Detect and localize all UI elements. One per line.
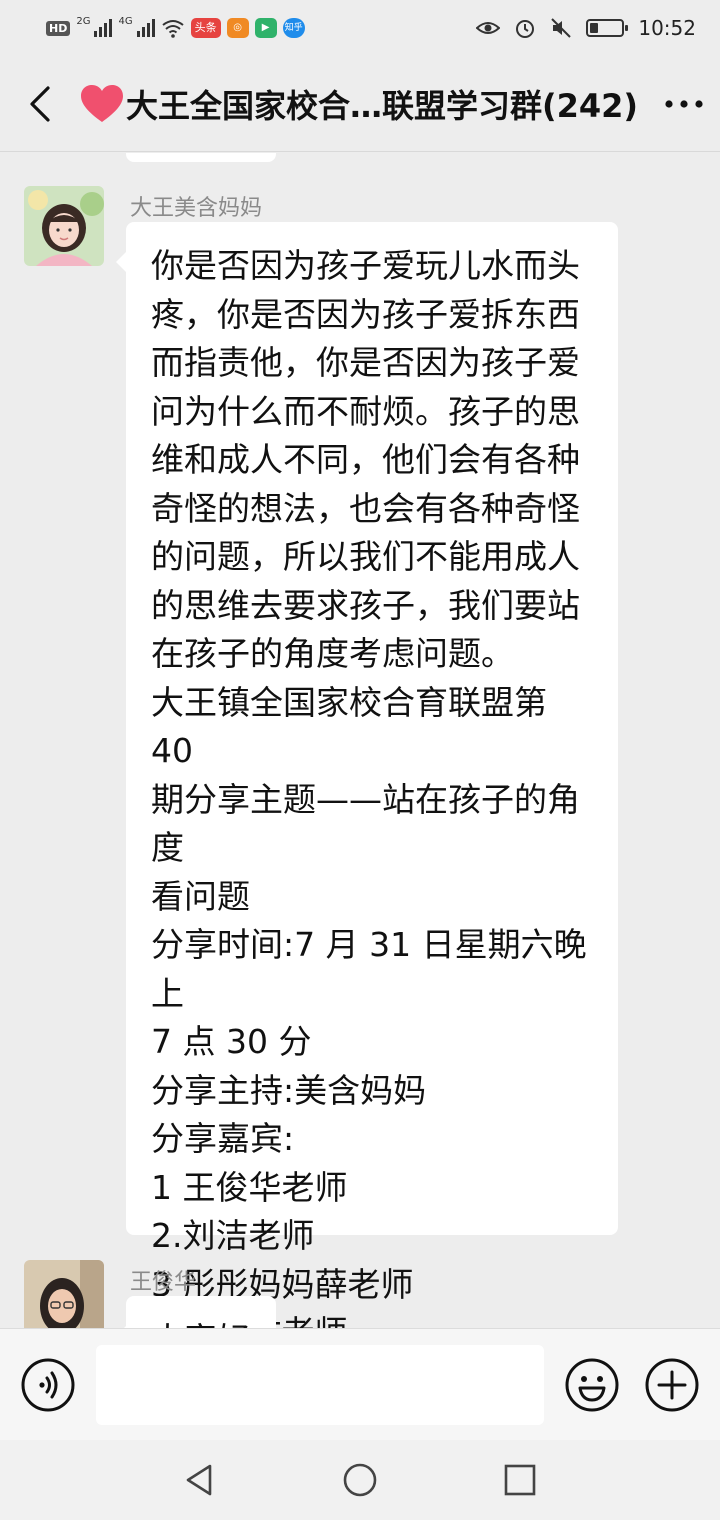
- status-left: HD 2G 4G 头条 ◎ ▶ 知乎: [46, 15, 305, 38]
- signal-2-tag: 4G: [118, 15, 133, 27]
- mute-icon: [551, 18, 572, 38]
- back-button[interactable]: [0, 56, 80, 152]
- toutiao-app-icon: 头条: [190, 18, 221, 38]
- message-input[interactable]: [96, 1345, 544, 1425]
- nav-back-icon[interactable]: [180, 1460, 220, 1500]
- clock: 10:52: [638, 16, 696, 40]
- status-right: 10:52: [476, 16, 696, 40]
- emoji-icon[interactable]: [564, 1357, 620, 1413]
- avatar-image: [24, 186, 104, 266]
- avatar[interactable]: [24, 186, 104, 266]
- chat-area[interactable]: 大王美含妈妈 你是否因为孩子爱玩儿水而头 疼，你是否因为孩子爱拆东西 而指责他，…: [0, 153, 720, 1328]
- chat-title-text: 大王全国家校合…联盟学习群(242): [126, 86, 639, 125]
- nav-home-icon[interactable]: [340, 1460, 380, 1500]
- input-bar: [0, 1328, 720, 1440]
- nav-recent-icon[interactable]: [500, 1460, 540, 1500]
- heart-icon: [81, 84, 123, 122]
- weibo-app-icon: ◎: [226, 18, 249, 38]
- previous-message-bubble[interactable]: [126, 153, 276, 162]
- chat-title: 大王全国家校合…联盟学习群(242): [80, 81, 648, 127]
- alarm-icon: [516, 20, 535, 38]
- message-text: 你是否因为孩子爱玩儿水而头 疼，你是否因为孩子爱拆东西 而指责他，你是否因为孩子…: [151, 246, 587, 1328]
- more-button[interactable]: [648, 56, 720, 152]
- title-bar: 大王全国家校合…联盟学习群(242): [0, 56, 720, 152]
- message-bubble[interactable]: 你是否因为孩子爱玩儿水而头 疼，你是否因为孩子爱拆东西 而指责他，你是否因为孩子…: [116, 222, 618, 1328]
- avatar[interactable]: [24, 1260, 104, 1328]
- sender-name: 王俊华: [130, 1270, 197, 1295]
- signal-2-icon: [136, 19, 155, 37]
- voice-icon[interactable]: [20, 1357, 76, 1413]
- system-nav-bar: [0, 1440, 720, 1520]
- more-icon: [665, 99, 703, 108]
- avatar-image: [24, 1260, 104, 1328]
- message-item: 大王美含妈妈 你是否因为孩子爱玩儿水而头 疼，你是否因为孩子爱拆东西 而指责他，…: [24, 186, 696, 1328]
- status-bar: HD 2G 4G 头条 ◎ ▶ 知乎 10:52: [0, 0, 720, 56]
- back-arrow-icon: [30, 85, 50, 122]
- wifi-icon: [161, 20, 184, 38]
- eye-icon: [476, 22, 501, 34]
- sender-name: 大王美含妈妈: [130, 196, 263, 221]
- plus-icon[interactable]: [644, 1357, 700, 1413]
- message-text: 大家好: [151, 1316, 256, 1328]
- signal-1-icon: [94, 19, 113, 37]
- signal-1-tag: 2G: [76, 15, 91, 27]
- message-item: 王俊华 大家好: [24, 1260, 696, 1328]
- zhihu-app-icon: 知乎: [282, 18, 305, 38]
- video-app-icon: ▶: [254, 18, 277, 38]
- battery-icon: [586, 19, 629, 37]
- hd-indicator: HD: [46, 20, 71, 36]
- message-bubble[interactable]: 大家好: [116, 1296, 276, 1328]
